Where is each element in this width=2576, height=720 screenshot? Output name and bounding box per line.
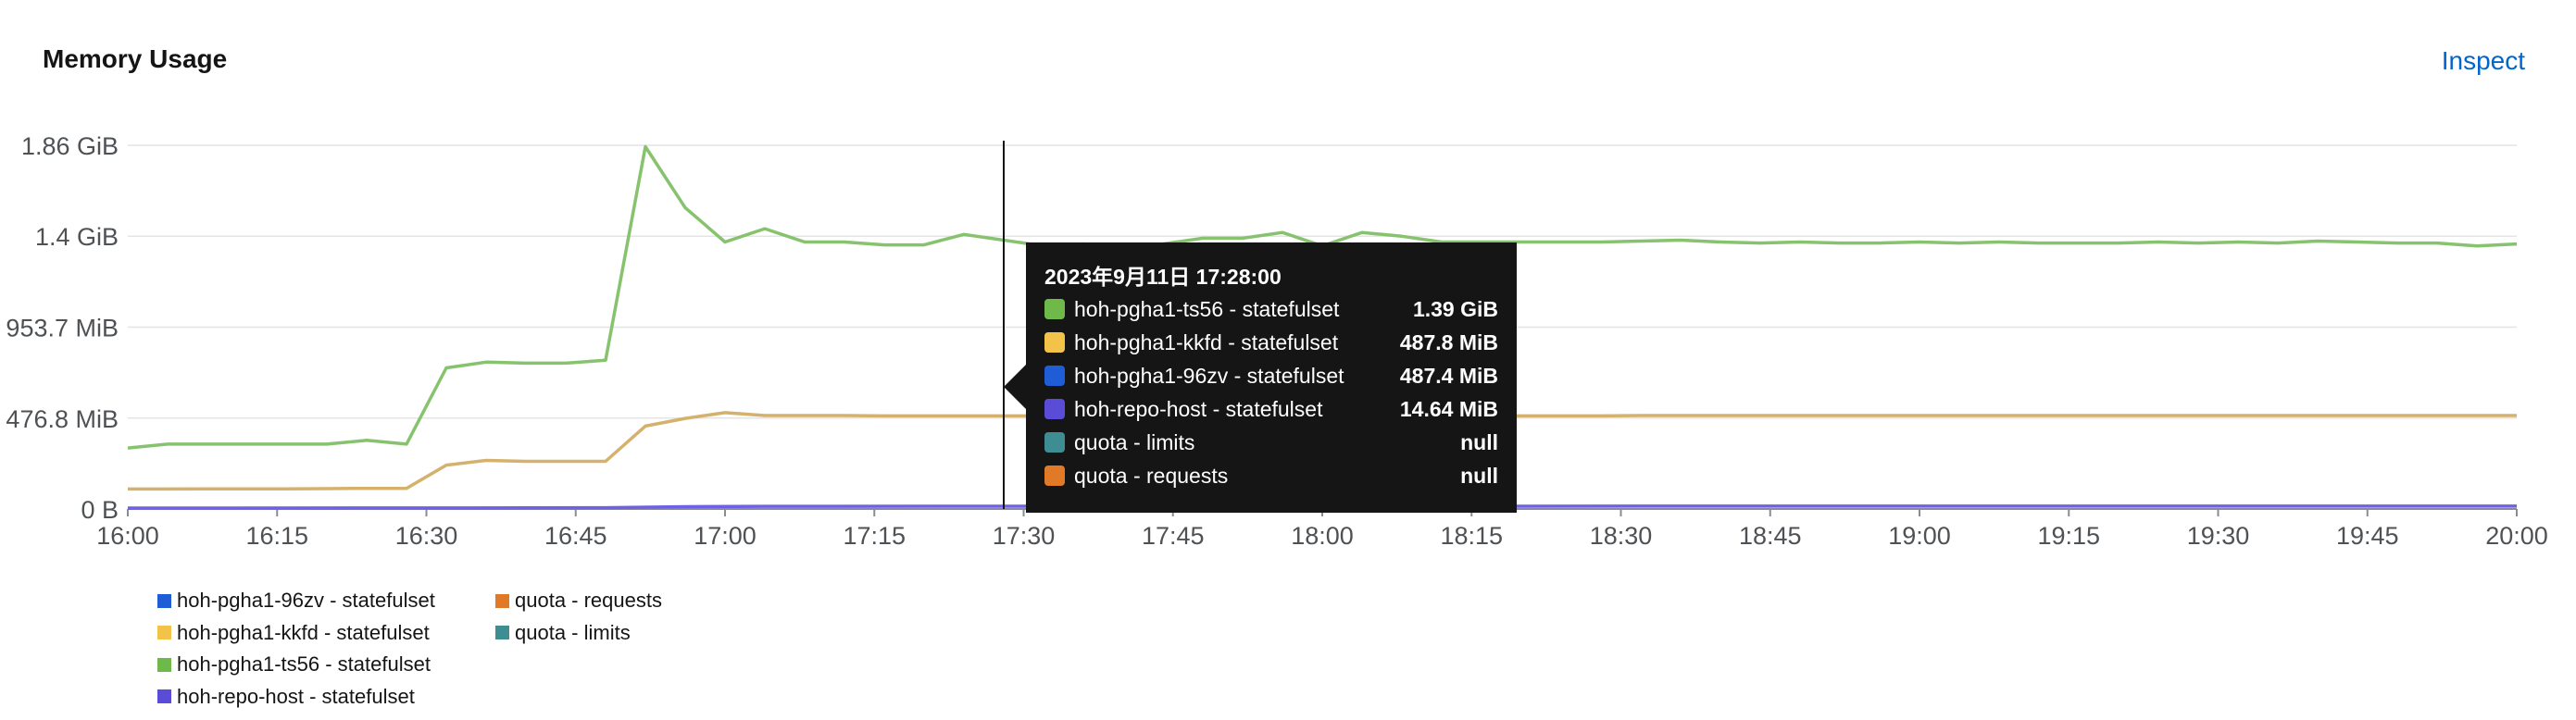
x-tick-label: 16:45 [544,522,607,550]
legend-item[interactable]: hoh-pgha1-ts56 - statefulset [157,652,431,677]
tooltip-series-value: null [1460,463,1498,488]
legend-label: hoh-pgha1-96zv - statefulset [177,589,435,612]
tooltip-series-name: hoh-pgha1-96zv - statefulset [1074,363,1344,388]
legend-swatch [495,593,509,608]
x-tick-label: 19:45 [2336,522,2399,550]
tooltip-swatch [1044,332,1065,353]
x-tick-label: 17:45 [1142,522,1205,550]
x-tick-label: 17:15 [843,522,906,550]
tooltip-series-value: 1.39 GiB [1412,296,1498,321]
x-tick-label: 16:15 [245,522,308,550]
legend-item[interactable]: quota - requests [495,589,662,613]
legend-item[interactable]: hoh-pgha1-kkfd - statefulset [157,621,430,645]
legend-swatch [157,657,171,672]
memory-usage-card: Memory Usage Inspect 0 B 476.8 MiB 953.7 M… [0,0,2576,720]
x-tick-label: 17:30 [993,522,1056,550]
tooltip-swatch [1044,432,1065,453]
tooltip-row: hoh-repo-host - statefulset 14.64 MiB [1044,392,1498,426]
y-tick-label: 1.86 GiB [21,132,119,160]
legend-swatch [157,689,171,703]
tooltip-series-value: 14.64 MiB [1399,396,1498,421]
tooltip-series-name: hoh-pgha1-ts56 - statefulset [1074,296,1340,321]
tooltip-swatch [1044,466,1065,486]
x-tick-label: 19:30 [2187,522,2250,550]
legend-item[interactable]: quota - limits [495,621,631,645]
tooltip-swatch [1044,366,1065,386]
legend-item[interactable]: hoh-pgha1-96zv - statefulset [157,589,435,613]
tooltip-row: hoh-pgha1-ts56 - statefulset 1.39 GiB [1044,292,1498,326]
x-tick-label: 20:00 [2485,522,2548,550]
tooltip-series-value: 487.8 MiB [1399,329,1498,354]
legend-label: hoh-repo-host - statefulset [177,684,415,708]
tooltip-row: quota - limits null [1044,426,1498,459]
tooltip-swatch [1044,299,1065,319]
x-tick-label: 17:00 [694,522,757,550]
legend-label: quota - requests [515,589,662,612]
y-tick-label: 1.4 GiB [35,223,119,251]
x-tick-label: 18:00 [1291,522,1354,550]
tooltip-series-name: hoh-pgha1-kkfd - statefulset [1074,329,1339,354]
x-tick-label: 16:30 [395,522,458,550]
legend-label: quota - limits [515,620,631,644]
x-tick-label: 19:00 [1888,522,1951,550]
tooltip-row: hoh-pgha1-kkfd - statefulset 487.8 MiB [1044,326,1498,359]
tooltip-series-name: quota - requests [1074,463,1229,488]
y-tick-label: 0 B [81,496,119,524]
tooltip-series-value: null [1460,429,1498,454]
tooltip-series-name: quota - limits [1074,429,1195,454]
y-tick-label: 476.8 MiB [6,405,119,433]
x-tick-label: 16:00 [96,522,159,550]
tooltip-rows: hoh-pgha1-ts56 - statefulset 1.39 GiB hoh-… [1044,292,1498,492]
legend-swatch [157,593,171,608]
legend-swatch [495,626,509,639]
legend-label: hoh-pgha1-ts56 - statefulset [177,652,431,676]
legend-swatch [157,626,171,639]
y-tick-label: 953.7 MiB [6,314,119,341]
tooltip-timestamp: 2023年9月11日 17:28:00 [1044,265,1282,289]
x-tick-label: 19:15 [2037,522,2100,550]
legend-label: hoh-pgha1-kkfd - statefulset [177,620,430,644]
x-tick-label: 18:30 [1590,522,1653,550]
tooltip-series-name: hoh-repo-host - statefulset [1074,396,1323,421]
tooltip-row: quota - requests null [1044,459,1498,492]
x-tick-label: 18:45 [1739,522,1802,550]
tooltip-row: hoh-pgha1-96zv - statefulset 487.4 MiB [1044,359,1498,392]
tooltip-series-value: 487.4 MiB [1399,363,1498,388]
legend-item[interactable]: hoh-repo-host - statefulset [157,685,415,709]
x-tick-label: 18:15 [1440,522,1503,550]
chart-tooltip: 2023年9月11日 17:28:00 hoh-pgha1-ts56 - sta… [1004,242,1517,513]
tooltip-swatch [1044,399,1065,419]
